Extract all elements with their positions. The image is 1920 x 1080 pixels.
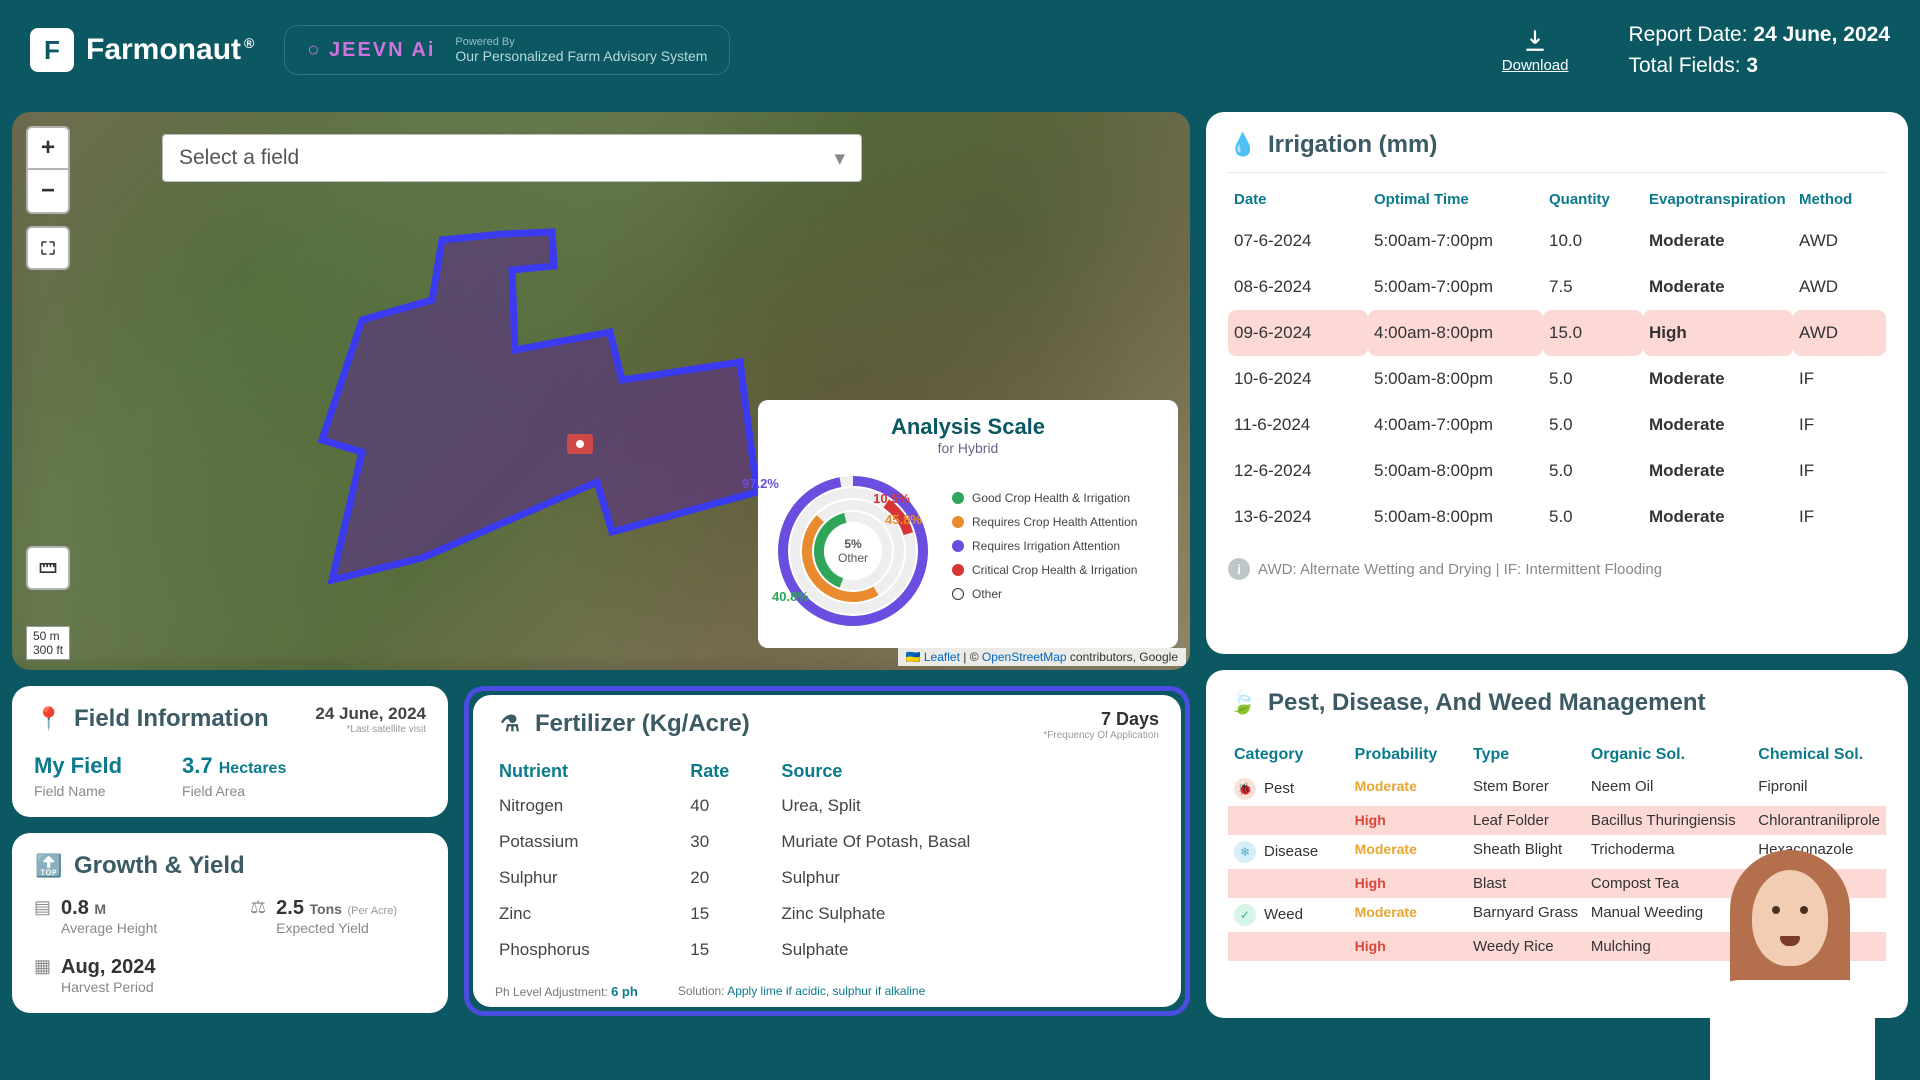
map[interactable]: + − Select a field ▾ Analysis Scale for … xyxy=(12,112,1190,670)
table-row: Potassium30Muriate Of Potash, Basal xyxy=(495,824,1159,860)
legend-item: Good Crop Health & Irrigation xyxy=(952,491,1168,505)
field-name-value: My Field xyxy=(34,753,122,779)
field-boundary[interactable] xyxy=(302,222,762,612)
header: F Farmonaut® ○ JEEVN Ai Powered By Our P… xyxy=(0,0,1920,100)
download-label: Download xyxy=(1502,57,1569,74)
table-row: 11-6-20244:00am-7:00pm5.0ModerateIF xyxy=(1228,402,1886,448)
table-row: HighBlastCompost Tea xyxy=(1228,869,1886,898)
legend-item: Requires Crop Health Attention xyxy=(952,515,1168,529)
table-row: 🐞PestModerateStem BorerNeem OilFipronil xyxy=(1228,772,1886,806)
field-area-value: 3.7 Hectares xyxy=(182,753,286,779)
irrigation-card: 💧 Irrigation (mm) Date Optimal Time Quant… xyxy=(1206,112,1908,654)
droplet-icon: 💧 xyxy=(1228,130,1258,160)
table-row: 13-6-20245:00am-8:00pm5.0ModerateIF xyxy=(1228,494,1886,540)
irrigation-footnote: i AWD: Alternate Wetting and Drying | IF… xyxy=(1228,558,1886,580)
legend-item: Critical Crop Health & Irrigation xyxy=(952,563,1168,577)
download-icon xyxy=(1520,27,1550,53)
table-row: Phosphorus15Sulphate xyxy=(495,932,1159,968)
location-icon: 📍 xyxy=(34,704,64,734)
growth-icon: 🔝 xyxy=(34,851,64,881)
table-row: 07-6-20245:00am-7:00pm10.0ModerateAWD xyxy=(1228,218,1886,264)
field-select-placeholder: Select a field xyxy=(179,146,299,170)
table-row: 10-6-20245:00am-8:00pm5.0ModerateIF xyxy=(1228,356,1886,402)
pest-card: 🍃 Pest, Disease, And Weed Management Cate… xyxy=(1206,670,1908,1018)
pest-table: Category Probability Type Organic Sol. C… xyxy=(1228,738,1886,961)
irrigation-title: Irrigation (mm) xyxy=(1268,131,1437,159)
scale-legend: Good Crop Health & Irrigation Requires Cr… xyxy=(952,491,1168,611)
brand-mark: F xyxy=(30,28,74,72)
table-row: 12-6-20245:00am-8:00pm5.0ModerateIF xyxy=(1228,448,1886,494)
report-meta: Report Date: 24 June, 2024 Total Fields:… xyxy=(1629,19,1891,82)
analysis-scale-card: Analysis Scale for Hybrid xyxy=(758,400,1178,648)
map-scale-bar: 50 m300 ft xyxy=(26,626,70,660)
zoom-in-button[interactable]: + xyxy=(26,126,70,170)
table-row: HighLeaf FolderBacillus ThuringiensisChl… xyxy=(1228,806,1886,835)
info-icon: i xyxy=(1228,558,1250,580)
map-attribution: 🇺🇦 Leaflet | © OpenStreetMap contributor… xyxy=(898,648,1186,666)
brand-logo: F Farmonaut® xyxy=(30,28,254,72)
irrigation-table: Date Optimal Time Quantity Evapotranspir… xyxy=(1228,181,1886,540)
growth-card: 🔝Growth & Yield ▤0.8 MAverage Height ⚖2.… xyxy=(12,833,448,1013)
scale-title: Analysis Scale xyxy=(891,414,1045,440)
fertilizer-table: Nutrient Rate Source Nitrogen40Urea, Spl… xyxy=(495,755,1159,968)
map-controls: + − xyxy=(26,126,70,270)
growth-title: Growth & Yield xyxy=(74,852,245,880)
table-row: 08-6-20245:00am-7:00pm7.5ModerateAWD xyxy=(1228,264,1886,310)
ruler-icon: ▤ xyxy=(34,897,51,936)
brand-name: Farmonaut® xyxy=(86,33,254,67)
table-row: 09-6-20244:00am-8:00pm15.0HighAWD xyxy=(1228,310,1886,356)
fullscreen-button[interactable] xyxy=(26,226,70,270)
field-select[interactable]: Select a field ▾ xyxy=(162,134,862,182)
fertilizer-card: ⚗Fertilizer (Kg/Acre) 7 Days*Frequency O… xyxy=(473,695,1181,1007)
fertilizer-card-highlight: ⚗Fertilizer (Kg/Acre) 7 Days*Frequency O… xyxy=(464,686,1190,1016)
table-row: HighWeedy RiceMulching xyxy=(1228,932,1886,961)
field-info-card: 📍Field Information 24 June, 2024*Last sa… xyxy=(12,686,448,817)
flask-icon: ⚗ xyxy=(495,709,525,739)
table-row: Sulphur20Sulphur xyxy=(495,860,1159,896)
donut-chart: 5%Other 97.2% 10.5% 45.8% 40.8% xyxy=(768,466,938,636)
table-row: Nitrogen40Urea, Split xyxy=(495,788,1159,824)
pest-title: Pest, Disease, And Weed Management xyxy=(1268,689,1705,717)
weight-icon: ⚖ xyxy=(250,897,266,936)
zoom-out-button[interactable]: − xyxy=(26,170,70,214)
jeevn-meta: Powered By Our Personalized Farm Advisor… xyxy=(455,36,707,64)
leaflet-link[interactable]: Leaflet xyxy=(924,650,960,664)
osm-link[interactable]: OpenStreetMap xyxy=(982,650,1067,664)
legend-item: Requires Irrigation Attention xyxy=(952,539,1168,553)
legend-item: Other xyxy=(952,587,1168,601)
jeevn-box: ○ JEEVN Ai Powered By Our Personalized F… xyxy=(284,25,730,75)
download-button[interactable]: Download xyxy=(1502,27,1569,74)
fertilizer-title: Fertilizer (Kg/Acre) xyxy=(535,710,750,738)
measure-button[interactable] xyxy=(26,546,70,590)
jeevn-logo: ○ JEEVN Ai xyxy=(307,39,435,62)
scale-subtitle: for Hybrid xyxy=(938,440,999,456)
calendar-icon: ▦ xyxy=(34,956,51,995)
chevron-down-icon: ▾ xyxy=(834,146,845,171)
table-row: Zinc15Zinc Sulphate xyxy=(495,896,1159,932)
leaf-icon: 🍃 xyxy=(1228,688,1258,718)
table-row: ❄DiseaseModerateSheath BlightTrichoderma… xyxy=(1228,835,1886,869)
field-info-title: Field Information xyxy=(74,705,269,733)
table-row: ✓WeedModerateBarnyard GrassManual Weedin… xyxy=(1228,898,1886,932)
